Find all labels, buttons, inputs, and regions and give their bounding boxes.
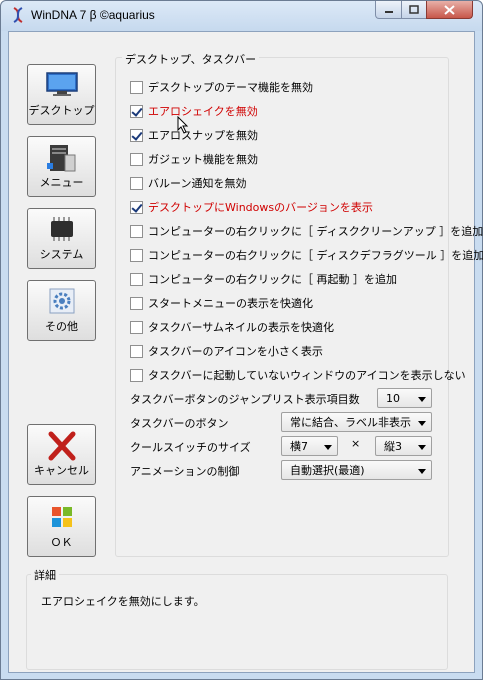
window-title: WinDNA 7 β ©aquarius [31, 8, 155, 22]
taskbar-button-label: タスクバーのボタン [130, 417, 229, 430]
cancel-button[interactable]: キャンセル [27, 424, 96, 485]
menu-button-label: メニュー [39, 176, 84, 189]
option-label: デスクトップのテーマ機能を無効 [148, 81, 313, 94]
coolswitch-height-select[interactable]: 縦3 [375, 436, 432, 456]
dropdown-value: 常に結合、ラベル非表示 [290, 416, 411, 429]
app-window: WinDNA 7 β ©aquarius デスクトップ メニュー システム その… [0, 0, 483, 680]
close-icon [444, 4, 455, 15]
option-label: コンピューターの右クリックに［ ディスクデフラグツール ］を追加 [148, 249, 483, 262]
option-label: バルーン通知を無効 [148, 177, 247, 190]
option-label: コンピューターの右クリックに［ 再起動 ］を追加 [148, 273, 397, 286]
maximize-button[interactable] [401, 1, 427, 19]
option-label: エアロスナップを無効 [148, 129, 258, 142]
client-area: デスクトップ メニュー システム その他 キャンセル ＯＫ デスクトップ、タスク… [8, 31, 483, 673]
option-label: スタートメニューの表示を快適化 [148, 297, 313, 310]
option-add-disk-cleanup[interactable]: コンピューターの右クリックに［ ディスククリーンアップ ］を追加 [130, 223, 483, 239]
checkbox[interactable] [130, 320, 143, 334]
option-label: タスクバーサムネイルの表示を快適化 [148, 321, 335, 334]
desktop-button[interactable]: デスクトップ [27, 64, 96, 125]
checkbox[interactable] [130, 224, 143, 238]
gear-icon [49, 288, 74, 314]
animation-control-select[interactable]: 自動選択(最適) [281, 460, 432, 480]
option-hide-inactive-icons[interactable]: タスクバーに起動していないウィンドウのアイコンを表示しない [130, 367, 466, 383]
chevron-down-icon [418, 469, 426, 474]
chevron-down-icon [418, 397, 426, 402]
checkbox[interactable] [130, 200, 143, 214]
option-small-icons[interactable]: タスクバーのアイコンを小さく表示 [130, 343, 323, 359]
checkbox[interactable] [130, 152, 143, 166]
option-add-defrag[interactable]: コンピューターの右クリックに［ ディスクデフラグツール ］を追加 [130, 247, 483, 263]
checkbox[interactable] [130, 272, 143, 286]
chip-icon [50, 217, 73, 241]
maximize-icon [409, 5, 419, 14]
details-panel [26, 574, 448, 670]
option-disable-aero-snap[interactable]: エアロスナップを無効 [130, 127, 258, 143]
animation-control-label: アニメーションの制御 [130, 465, 240, 478]
option-show-windows-version[interactable]: デスクトップにWindowsのバージョンを表示 [130, 199, 373, 215]
details-text: エアロシェイクを無効にします。 [41, 595, 205, 608]
menu-button[interactable]: メニュー [27, 136, 96, 197]
group-title: デスクトップ、タスクバー [122, 51, 260, 67]
dna-app-icon [13, 7, 23, 23]
system-button-label: システム [39, 248, 84, 261]
option-label: デスクトップにWindowsのバージョンを表示 [148, 201, 373, 214]
checkbox[interactable] [130, 104, 143, 118]
option-add-restart[interactable]: コンピューターの右クリックに［ 再起動 ］を追加 [130, 271, 397, 287]
taskbar-button-select[interactable]: 常に結合、ラベル非表示 [281, 412, 432, 432]
checkbox[interactable] [130, 344, 143, 358]
monitor-icon [45, 72, 78, 96]
chevron-down-icon [324, 445, 332, 450]
desktop-button-label: デスクトップ [28, 104, 95, 117]
option-label: コンピューターの右クリックに［ ディスククリーンアップ ］を追加 [148, 225, 483, 238]
system-button[interactable]: システム [27, 208, 96, 269]
other-button[interactable]: その他 [27, 280, 96, 341]
details-title: 詳細 [31, 567, 59, 583]
checkbox[interactable] [130, 128, 143, 142]
jumplist-count-label: タスクバーボタンのジャンプリスト表示項目数 [130, 393, 360, 406]
title-bar[interactable]: WinDNA 7 β ©aquarius [1, 1, 482, 31]
ok-button[interactable]: ＯＫ [27, 496, 96, 557]
coolswitch-size-label: クールスイッチのサイズ [130, 441, 251, 454]
computer-tower-icon [46, 145, 75, 172]
minimize-button[interactable] [375, 1, 402, 19]
windows-logo-icon [51, 507, 72, 527]
option-label: エアロシェイクを無効 [148, 105, 258, 118]
dropdown-value: 自動選択(最適) [290, 464, 365, 477]
checkbox[interactable] [130, 176, 143, 190]
times-sign: × [351, 437, 361, 450]
option-disable-gadgets[interactable]: ガジェット機能を無効 [130, 151, 258, 167]
option-fast-startmenu[interactable]: スタートメニューの表示を快適化 [130, 295, 313, 311]
checkbox[interactable] [130, 296, 143, 310]
mouse-cursor-icon [177, 116, 189, 134]
option-label: ガジェット機能を無効 [148, 153, 258, 166]
jumplist-count-select[interactable]: 10 [377, 388, 432, 408]
close-button[interactable] [426, 1, 473, 19]
option-label: タスクバーに起動していないウィンドウのアイコンを表示しない [148, 369, 466, 382]
cancel-button-label: キャンセル [34, 464, 89, 477]
dropdown-value: 縦3 [384, 440, 402, 453]
dropdown-value: 横7 [290, 440, 308, 453]
coolswitch-width-select[interactable]: 横7 [281, 436, 338, 456]
chevron-down-icon [418, 421, 426, 426]
checkbox[interactable] [130, 248, 143, 262]
chevron-down-icon [418, 445, 426, 450]
option-disable-balloon[interactable]: バルーン通知を無効 [130, 175, 246, 191]
checkbox[interactable] [130, 368, 143, 382]
option-disable-theme[interactable]: デスクトップのテーマ機能を無効 [130, 79, 313, 95]
red-x-icon [48, 431, 75, 461]
minimize-icon [384, 10, 393, 13]
other-button-label: その他 [45, 320, 78, 333]
checkbox[interactable] [130, 80, 143, 94]
option-fast-thumbnail[interactable]: タスクバーサムネイルの表示を快適化 [130, 319, 334, 335]
ok-button-label: ＯＫ [50, 536, 73, 549]
option-label: タスクバーのアイコンを小さく表示 [148, 345, 323, 358]
option-disable-aero-shake[interactable]: エアロシェイクを無効 [130, 103, 258, 119]
dropdown-value: 10 [386, 391, 400, 405]
